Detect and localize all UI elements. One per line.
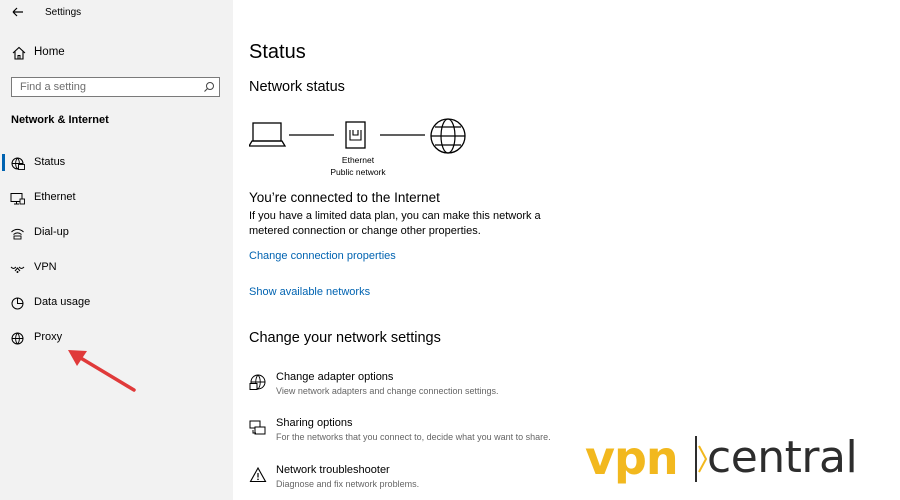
sidebar-item-label: Status <box>34 156 66 168</box>
ethernet-icon <box>10 193 25 205</box>
sidebar-section-title: Network & Internet <box>11 114 109 126</box>
sidebar-item-status[interactable]: Status <box>0 151 233 175</box>
sidebar-item-label: Data usage <box>34 296 91 308</box>
vpncentral-watermark: vpn central <box>585 430 895 490</box>
adapter-globe-icon <box>249 374 266 390</box>
sidebar-item-label: Proxy <box>34 331 63 343</box>
search-input[interactable]: Find a setting <box>11 77 220 97</box>
option-subtitle: For the networks that you connect to, de… <box>276 432 551 442</box>
sidebar-item-vpn[interactable]: VPN <box>0 256 233 280</box>
watermark-separator-icon <box>695 436 707 482</box>
watermark-central-text: central <box>707 432 858 483</box>
search-placeholder: Find a setting <box>20 81 87 93</box>
selection-indicator <box>2 154 5 171</box>
sidebar-item-dial-up[interactable]: Dial-up <box>0 221 233 245</box>
page-title: Status <box>249 41 306 63</box>
sidebar-item-label: Ethernet <box>34 191 76 203</box>
adapter-name: Ethernet <box>341 155 375 165</box>
status-globe-icon <box>11 157 25 170</box>
main-content: Status Network status Ethernet Public ne… <box>233 0 900 500</box>
laptop-icon <box>249 122 287 147</box>
search-icon[interactable] <box>203 81 215 93</box>
dial-up-icon <box>11 228 24 240</box>
adapter-label: Ethernet Public network <box>326 155 390 178</box>
ethernet-port-icon <box>345 121 366 149</box>
option-title: Change adapter options <box>276 371 394 383</box>
vpn-icon <box>10 266 25 273</box>
show-available-networks-link[interactable]: Show available networks <box>249 286 370 298</box>
data-usage-icon <box>11 297 24 310</box>
connection-status: You’re connected to the Internet <box>249 190 440 205</box>
annotation-arrow <box>68 350 136 392</box>
sidebar-item-data-usage[interactable]: Data usage <box>0 291 233 315</box>
sharing-icon <box>249 420 266 435</box>
sidebar-item-ethernet[interactable]: Ethernet <box>0 186 233 210</box>
connection-description: If you have a limited data plan, you can… <box>249 210 541 237</box>
network-status-heading: Network status <box>249 79 345 95</box>
sidebar: Settings Home Find a setting Network & I… <box>0 0 233 500</box>
option-subtitle: Diagnose and fix network problems. <box>276 479 420 489</box>
option-subtitle: View network adapters and change connect… <box>276 386 499 396</box>
window-title: Settings <box>45 7 82 18</box>
change-adapter-options[interactable]: Change adapter options View network adap… <box>249 371 669 405</box>
globe-icon <box>11 332 24 345</box>
sidebar-item-label: VPN <box>34 261 57 273</box>
back-arrow-icon <box>12 7 23 17</box>
option-title: Network troubleshooter <box>276 464 390 476</box>
internet-globe-icon <box>430 118 466 154</box>
change-settings-heading: Change your network settings <box>249 330 441 346</box>
warning-icon <box>249 466 267 483</box>
home-label: Home <box>34 46 65 58</box>
home-icon <box>12 46 26 60</box>
back-button[interactable] <box>9 3 27 21</box>
sidebar-home[interactable]: Home <box>0 42 233 64</box>
option-title: Sharing options <box>276 417 353 429</box>
change-connection-properties-link[interactable]: Change connection properties <box>249 250 396 262</box>
sidebar-item-label: Dial-up <box>34 226 69 238</box>
watermark-vpn-text: vpn <box>585 431 679 485</box>
network-type: Public network <box>330 166 386 177</box>
